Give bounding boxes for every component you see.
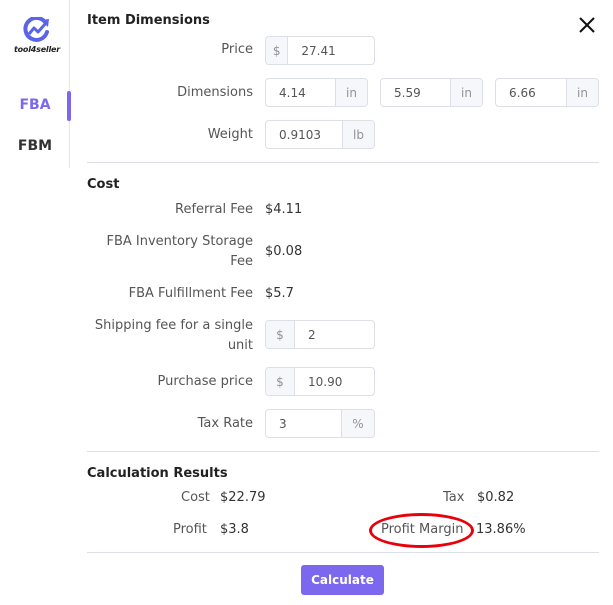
dimensions-label: Dimensions: [177, 85, 253, 100]
purchase-price-input-group: $: [265, 367, 375, 396]
nav-tab-fbm[interactable]: FBM: [0, 138, 70, 154]
section-title-item-dimensions: Item Dimensions: [87, 13, 210, 28]
purchase-price-input[interactable]: [295, 368, 374, 395]
result-tax-value: $0.82: [477, 490, 515, 505]
weight-label: Weight: [207, 127, 253, 142]
dimension-length-group: in: [265, 78, 368, 107]
close-button[interactable]: [577, 15, 597, 35]
result-cost-value: $22.79: [220, 490, 266, 505]
storage-fee-value: $0.08: [265, 244, 303, 259]
storage-fee-label-line1: FBA Inventory Storage: [106, 234, 253, 249]
tax-rate-unit: %: [341, 410, 374, 437]
shipping-fee-label: Shipping fee for a single unit: [95, 316, 253, 356]
shipping-fee-label-line1: Shipping fee for a single: [94, 318, 253, 333]
divider: [87, 162, 599, 163]
result-profit-margin-label: Profit Margin: [381, 522, 464, 537]
storage-fee-label-line2: Fee: [230, 254, 253, 269]
close-icon: [579, 17, 595, 33]
dimension-height-unit: in: [566, 79, 598, 106]
result-profit-value: $3.8: [220, 522, 249, 537]
dimension-length-unit: in: [335, 79, 367, 106]
result-cost-label: Cost: [181, 490, 210, 505]
tax-rate-input[interactable]: [266, 410, 341, 437]
calculate-button[interactable]: Calculate: [301, 565, 384, 595]
section-title-calculation-results: Calculation Results: [87, 466, 228, 481]
shipping-fee-input[interactable]: [295, 321, 374, 348]
dimension-height-input[interactable]: [496, 79, 566, 106]
trend-up-icon: [23, 17, 49, 42]
purchase-price-label: Purchase price: [157, 374, 253, 389]
dimension-width-unit: in: [450, 79, 482, 106]
purchase-price-currency-prefix: $: [266, 368, 295, 395]
weight-input[interactable]: [266, 121, 342, 148]
logo: tool4seller: [14, 17, 60, 54]
result-profit-margin-value: 13.86%: [476, 522, 526, 537]
referral-fee-label: Referral Fee: [175, 202, 253, 217]
price-input-group: $: [265, 36, 375, 65]
result-profit-label: Profit: [173, 522, 207, 537]
price-currency-prefix: $: [266, 37, 289, 64]
brand-name: tool4seller: [14, 45, 60, 54]
nav-tab-fba[interactable]: FBA: [0, 97, 70, 113]
fulfillment-fee-value: $5.7: [265, 286, 294, 301]
price-label: Price: [221, 42, 253, 57]
result-tax-label: Tax: [443, 490, 465, 505]
weight-input-group: lb: [265, 120, 375, 149]
shipping-fee-label-line2: unit: [227, 338, 253, 353]
shipping-fee-currency-prefix: $: [266, 321, 295, 348]
dimension-width-group: in: [380, 78, 483, 107]
tax-rate-label: Tax Rate: [197, 416, 253, 431]
section-title-cost: Cost: [87, 177, 120, 192]
tax-rate-input-group: %: [265, 409, 375, 438]
storage-fee-label: FBA Inventory Storage Fee: [106, 232, 253, 272]
active-tab-indicator: [67, 91, 71, 121]
price-input[interactable]: [288, 37, 374, 64]
fulfillment-fee-label: FBA Fulfillment Fee: [128, 286, 253, 301]
sidebar: tool4seller FBA FBM: [0, 0, 71, 168]
referral-fee-value: $4.11: [265, 202, 303, 217]
weight-unit: lb: [342, 121, 374, 148]
shipping-fee-input-group: $: [265, 320, 375, 349]
dimension-length-input[interactable]: [266, 79, 335, 106]
divider: [87, 451, 599, 452]
divider: [87, 552, 599, 553]
dimension-height-group: in: [495, 78, 599, 107]
dimension-width-input[interactable]: [381, 79, 450, 106]
